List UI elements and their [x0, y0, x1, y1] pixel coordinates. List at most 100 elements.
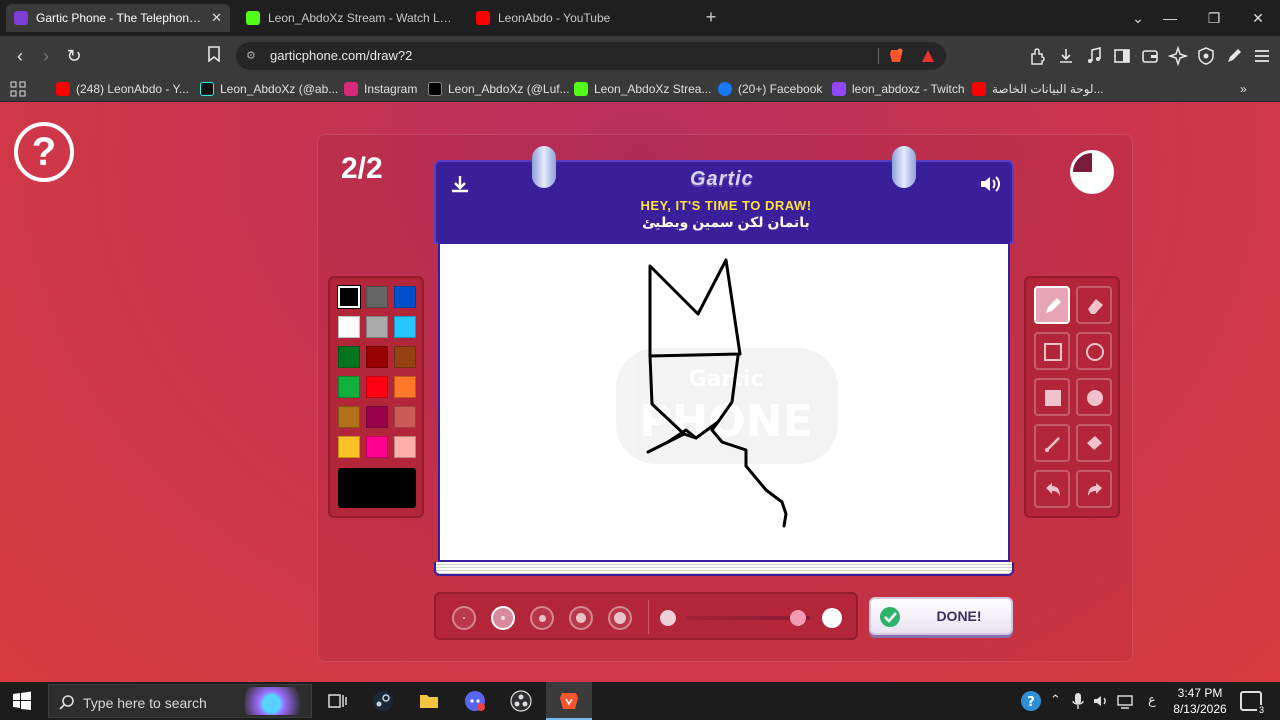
brush-size-dot — [463, 617, 465, 619]
download-icon[interactable] — [448, 172, 472, 196]
circle-outline-tool[interactable] — [1076, 332, 1112, 370]
taskbar-search-box[interactable]: Type here to search — [48, 684, 312, 718]
pen-icon[interactable] — [1224, 46, 1244, 66]
apps-grid-icon[interactable] — [10, 81, 26, 97]
color-swatch[interactable] — [394, 286, 416, 308]
tab-kick-stream[interactable]: Leon_AbdoXz Stream - Watch Live on — [238, 4, 460, 32]
address-bar[interactable]: ⚙ garticphone.com/draw?2 — [236, 42, 946, 70]
close-tab-icon[interactable]: ✕ — [211, 10, 222, 26]
reload-button[interactable]: ↻ — [62, 44, 86, 68]
color-swatch[interactable] — [338, 436, 360, 458]
vpn-shield-icon[interactable] — [1196, 46, 1216, 66]
show-hidden-icons-chevron-icon[interactable]: ⌃ — [1050, 692, 1061, 708]
system-clock[interactable]: 3:47 PM 8/13/2026 — [1160, 685, 1240, 717]
color-swatch[interactable] — [366, 376, 388, 398]
color-swatch[interactable] — [338, 316, 360, 338]
discord-icon[interactable] — [464, 690, 486, 712]
bookmark-kick[interactable]: Leon_AbdoXz Strea... — [574, 80, 711, 98]
menu-icon[interactable] — [1252, 46, 1272, 66]
color-swatch[interactable] — [366, 316, 388, 338]
close-window-button[interactable]: ✕ — [1244, 6, 1272, 30]
tab-youtube[interactable]: LeonAbdo - YouTube — [468, 4, 688, 32]
minimize-button[interactable]: — — [1156, 6, 1184, 30]
obs-icon[interactable] — [510, 690, 532, 712]
bookmark-youtube-dashboard[interactable]: لوحة البيانات الخاصة... — [972, 80, 1104, 98]
line-tool[interactable] — [1034, 424, 1070, 462]
redo-tool[interactable] — [1076, 470, 1112, 508]
back-button[interactable]: ‹ — [8, 44, 32, 68]
drawing-canvas[interactable]: Gartic PHONE — [438, 242, 1010, 562]
bookmark-label: Leon_AbdoXz (@Luf... — [448, 82, 570, 96]
brush-options-bar — [434, 592, 858, 640]
rectangle-outline-tool[interactable] — [1034, 332, 1070, 370]
media-icon[interactable] — [1084, 46, 1104, 66]
bookmark-twitch[interactable]: leon_abdoxz - Twitch — [832, 80, 965, 98]
file-explorer-icon[interactable] — [418, 690, 440, 712]
color-swatch[interactable] — [338, 376, 360, 398]
bookmark-tiktok[interactable]: Leon_AbdoXz (@ab... — [200, 80, 338, 98]
wallet-icon[interactable] — [1140, 46, 1160, 66]
maximize-button[interactable]: ❐ — [1200, 6, 1228, 30]
youtube-icon — [972, 82, 986, 96]
color-swatch[interactable] — [394, 316, 416, 338]
color-swatch[interactable] — [338, 406, 360, 428]
color-swatch[interactable] — [394, 346, 416, 368]
color-swatch[interactable] — [338, 286, 360, 308]
bookmark-instagram[interactable]: Instagram — [344, 80, 417, 98]
undo-tool[interactable] — [1034, 470, 1070, 508]
microphone-icon[interactable] — [1070, 690, 1086, 712]
tab-gartic-phone[interactable]: Gartic Phone - The Telephone Ga ✕ — [6, 4, 230, 32]
extensions-icon[interactable] — [1028, 46, 1048, 66]
color-swatch[interactable] — [394, 406, 416, 428]
color-swatch[interactable] — [366, 346, 388, 368]
color-swatch[interactable] — [366, 406, 388, 428]
bookmark-x[interactable]: Leon_AbdoXz (@Luf... — [428, 80, 570, 98]
color-swatch[interactable] — [394, 436, 416, 458]
eraser-tool[interactable] — [1076, 286, 1112, 324]
forward-button[interactable]: › — [34, 44, 58, 68]
task-view-icon[interactable] — [326, 690, 348, 712]
bookmark-facebook[interactable]: (20+) Facebook — [718, 80, 822, 98]
help-tray-icon[interactable]: ? — [1020, 690, 1042, 712]
notification-center-icon[interactable]: 3 — [1240, 691, 1266, 715]
network-icon[interactable] — [1116, 690, 1134, 712]
brush-size-button[interactable] — [530, 606, 554, 630]
pencil-tool[interactable] — [1034, 286, 1070, 324]
bookmark-icon[interactable] — [202, 44, 226, 68]
brush-size-button[interactable] — [452, 606, 476, 630]
opacity-slider-thumb[interactable] — [789, 610, 806, 626]
color-swatch[interactable] — [366, 436, 388, 458]
speaker-icon[interactable] — [978, 172, 1002, 196]
color-swatch[interactable] — [394, 376, 416, 398]
rectangle-filled-tool[interactable] — [1034, 378, 1070, 416]
help-button[interactable]: ? — [14, 122, 74, 182]
brave-rewards-icon[interactable] — [920, 48, 936, 64]
bookmark-label: لوحة البيانات الخاصة... — [992, 82, 1104, 96]
bookmark-youtube[interactable]: (248) LeonAbdo - Y... — [56, 80, 189, 98]
color-swatch[interactable] — [338, 346, 360, 368]
done-button[interactable]: DONE! — [869, 597, 1013, 635]
leo-ai-icon[interactable] — [1168, 46, 1188, 66]
fill-bucket-tool[interactable] — [1076, 424, 1112, 462]
windows-taskbar: Type here to search ? ⌃ ع 3:47 PM 8/13/2… — [0, 682, 1280, 720]
more-bookmarks-chevron-icon[interactable]: » — [1240, 80, 1247, 98]
url-text[interactable]: garticphone.com/draw?2 — [270, 48, 412, 63]
tab-search-chevron-icon[interactable]: ⌄ — [1124, 6, 1152, 30]
volume-icon[interactable] — [1092, 690, 1110, 712]
sidebar-icon[interactable] — [1112, 46, 1132, 66]
site-info-icon[interactable]: ⚙ — [246, 49, 260, 63]
circle-filled-tool[interactable] — [1076, 378, 1112, 416]
brush-size-button[interactable] — [608, 606, 632, 630]
download-icon[interactable] — [1056, 46, 1076, 66]
brush-size-button[interactable] — [569, 606, 593, 630]
steam-icon[interactable] — [372, 690, 394, 712]
color-swatch[interactable] — [366, 286, 388, 308]
x-icon — [428, 82, 442, 96]
windows-start-icon[interactable] — [12, 691, 32, 711]
input-language[interactable]: ع — [1148, 692, 1156, 708]
brave-shields-icon[interactable] — [888, 48, 904, 64]
brave-browser-icon[interactable] — [558, 690, 580, 712]
circle-outline-icon — [1086, 343, 1104, 361]
new-tab-button[interactable]: + — [700, 6, 722, 28]
brush-size-button[interactable] — [491, 606, 515, 630]
